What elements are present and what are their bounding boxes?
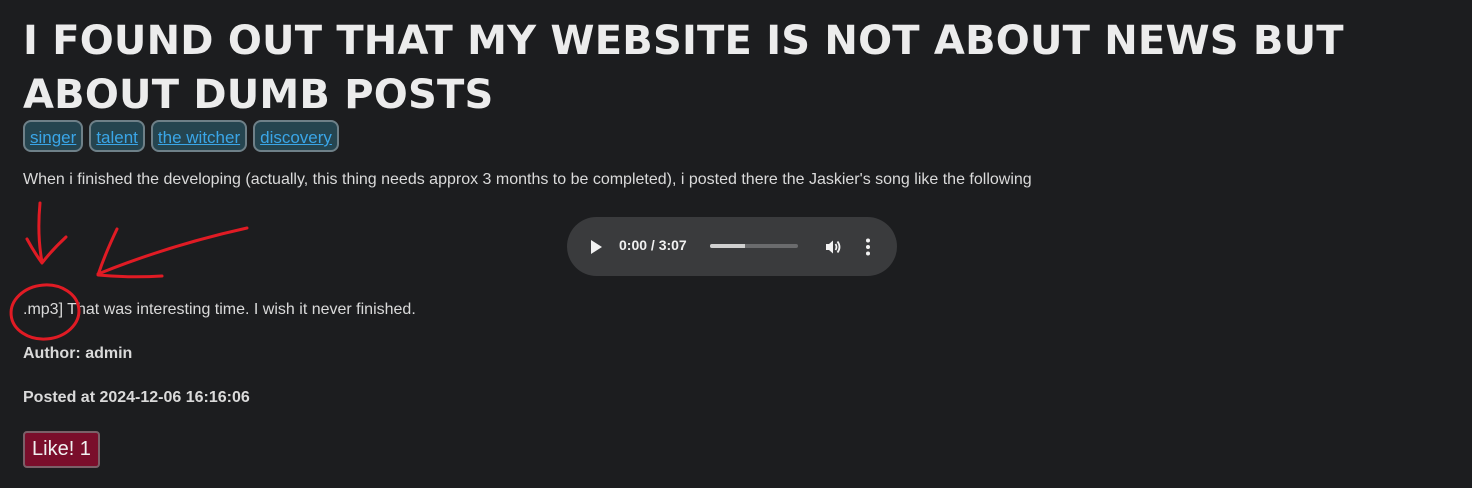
post-page: I FOUND OUT THAT MY WEBSITE IS NOT ABOUT… — [0, 0, 1472, 488]
tag-link[interactable]: talent — [89, 120, 145, 152]
audio-seek-progress — [710, 244, 746, 248]
audio-player: 0:00 / 3:07 — [567, 217, 897, 276]
play-icon[interactable] — [591, 240, 602, 254]
audio-time: 0:00 / 3:07 — [619, 237, 687, 253]
arrow-down-head — [25, 235, 68, 265]
arrow-left-head — [96, 227, 164, 279]
more-options-icon[interactable] — [860, 237, 876, 257]
post-intro-text: When i finished the developing (actually… — [23, 171, 1032, 188]
tag-link[interactable]: singer — [23, 120, 84, 152]
tag-link[interactable]: the witcher — [150, 120, 248, 152]
arrow-left-annotation — [96, 226, 249, 276]
tag-link[interactable]: discovery — [253, 120, 339, 152]
post-author: Author: admin — [23, 345, 133, 362]
post-timestamp: Posted at 2024-12-06 16:16:06 — [23, 389, 250, 406]
audio-seek-bar[interactable] — [710, 244, 798, 248]
arrow-down-annotation — [37, 201, 44, 264]
post-body-text: .mp3] That was interesting time. I wish … — [23, 301, 416, 318]
tag-list: singer talent the witcher discovery — [23, 120, 339, 152]
post-title: I FOUND OUT THAT MY WEBSITE IS NOT ABOUT… — [23, 18, 1344, 118]
volume-icon[interactable] — [823, 237, 843, 257]
like-button[interactable]: Like! 1 — [23, 431, 100, 468]
